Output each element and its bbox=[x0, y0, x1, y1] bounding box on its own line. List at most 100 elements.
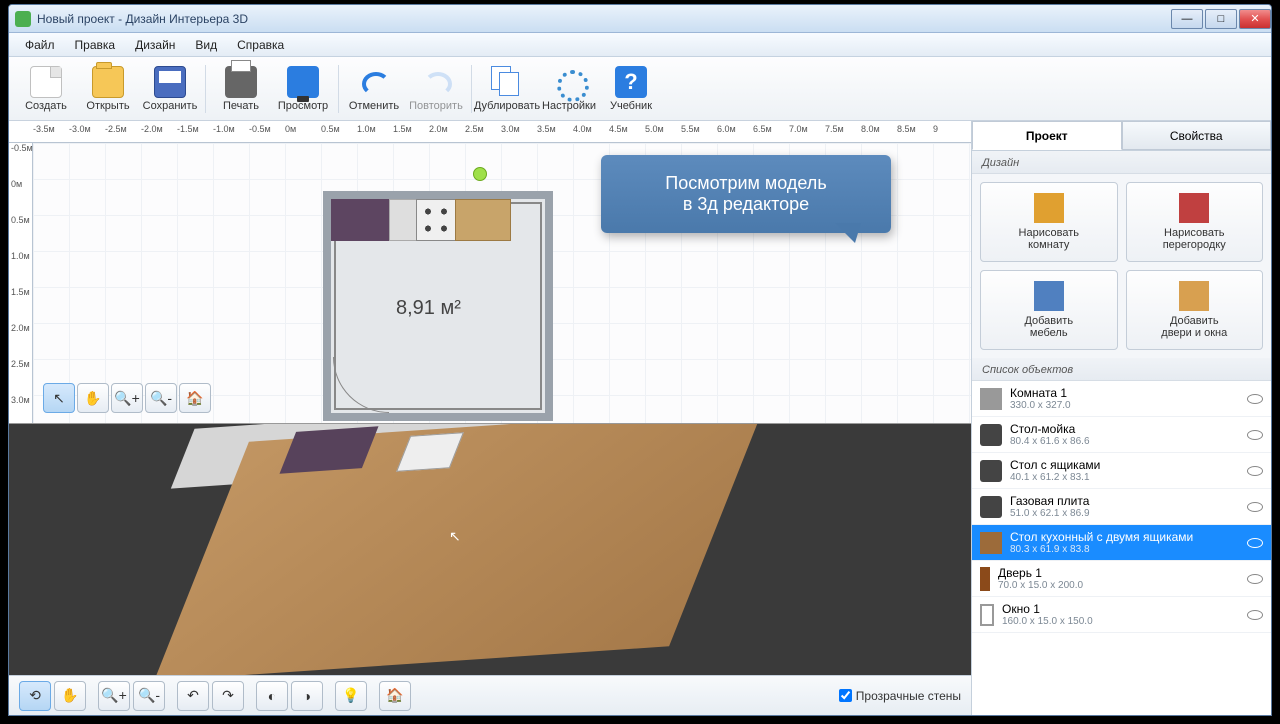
undo-button[interactable]: Отменить bbox=[343, 59, 405, 119]
furniture-table[interactable] bbox=[455, 199, 511, 241]
object-dimensions: 160.0 x 15.0 x 150.0 bbox=[1002, 616, 1239, 627]
menu-edit[interactable]: Правка bbox=[65, 35, 126, 55]
preview-button[interactable]: Просмотр bbox=[272, 59, 334, 119]
home-3d-button[interactable]: 🏠 bbox=[379, 681, 411, 711]
undo-icon bbox=[358, 66, 390, 98]
object-name: Стол-мойка bbox=[1010, 422, 1239, 436]
list-item[interactable]: Стол-мойка80.4 x 61.6 x 86.6 bbox=[972, 417, 1271, 453]
tab-project[interactable]: Проект bbox=[972, 121, 1122, 150]
open-button[interactable]: Открыть bbox=[77, 59, 139, 119]
visibility-icon[interactable] bbox=[1247, 502, 1263, 512]
visibility-icon[interactable] bbox=[1247, 466, 1263, 476]
tutorial-callout: Посмотрим модель в 3д редакторе bbox=[601, 155, 891, 233]
objects-section-header: Список объектов bbox=[972, 358, 1271, 381]
object-icon bbox=[980, 388, 1002, 410]
visibility-icon[interactable] bbox=[1247, 394, 1263, 404]
zoom-out-button[interactable]: 🔍- bbox=[145, 383, 177, 413]
minimize-button[interactable]: — bbox=[1171, 9, 1203, 29]
draw-wall-button[interactable]: Нарисоватьперегородку bbox=[1126, 182, 1264, 262]
zoom-in-button[interactable]: 🔍+ bbox=[111, 383, 143, 413]
new-button[interactable]: Создать bbox=[15, 59, 77, 119]
fly-tool[interactable]: ◑ bbox=[291, 681, 323, 711]
furniture-stove[interactable] bbox=[416, 199, 456, 241]
object-name: Комната 1 bbox=[1010, 386, 1239, 400]
walk-tool[interactable]: ◐ bbox=[256, 681, 288, 711]
select-tool[interactable]: ↖ bbox=[43, 383, 75, 413]
panel-tabs: Проект Свойства bbox=[972, 121, 1271, 151]
duplicate-button[interactable]: Дублировать bbox=[476, 59, 538, 119]
orbit-tool[interactable]: ⟲ bbox=[19, 681, 51, 711]
gear-icon bbox=[553, 66, 585, 98]
maximize-button[interactable]: □ bbox=[1205, 9, 1237, 29]
app-icon bbox=[15, 11, 31, 27]
canvas-area: -3.5м-3.0м-2.5м-2.0м-1.5м-1.0м-0.5м0м0.5… bbox=[9, 121, 971, 715]
menu-file[interactable]: Файл bbox=[15, 35, 65, 55]
print-icon bbox=[225, 66, 257, 98]
light-button[interactable]: 💡 bbox=[335, 681, 367, 711]
room-area-label: 8,91 м² bbox=[396, 297, 461, 320]
print-button[interactable]: Печать bbox=[210, 59, 272, 119]
zoom-out-3d[interactable]: 🔍- bbox=[133, 681, 165, 711]
pan-tool[interactable]: ✋ bbox=[77, 383, 109, 413]
help-button[interactable]: ?Учебник bbox=[600, 59, 662, 119]
menu-view[interactable]: Вид bbox=[185, 35, 227, 55]
main-area: -3.5м-3.0м-2.5м-2.0м-1.5м-1.0м-0.5м0м0.5… bbox=[9, 121, 1271, 715]
furniture-counter[interactable] bbox=[331, 199, 389, 241]
object-dimensions: 80.4 x 61.6 x 86.6 bbox=[1010, 436, 1239, 447]
add-doors-button[interactable]: Добавитьдвери и окна bbox=[1126, 270, 1264, 350]
window-title: Новый проект - Дизайн Интерьера 3D bbox=[37, 12, 1169, 26]
settings-button[interactable]: Настройки bbox=[538, 59, 600, 119]
redo-button[interactable]: Повторить bbox=[405, 59, 467, 119]
titlebar[interactable]: Новый проект - Дизайн Интерьера 3D — □ ✕ bbox=[9, 5, 1271, 33]
design-section-header: Дизайн bbox=[972, 151, 1271, 174]
list-item[interactable]: Дверь 170.0 x 15.0 x 200.0 bbox=[972, 561, 1271, 597]
ruler-horizontal: -3.5м-3.0м-2.5м-2.0м-1.5м-1.0м-0.5м0м0.5… bbox=[9, 121, 971, 143]
right-panel: Проект Свойства Дизайн Нарисоватькомнату… bbox=[971, 121, 1271, 715]
object-dimensions: 51.0 x 62.1 x 86.9 bbox=[1010, 508, 1239, 519]
home-button[interactable]: 🏠 bbox=[179, 383, 211, 413]
visibility-icon[interactable] bbox=[1247, 538, 1263, 548]
menu-design[interactable]: Дизайн bbox=[125, 35, 185, 55]
save-button[interactable]: Сохранить bbox=[139, 59, 201, 119]
visibility-icon[interactable] bbox=[1247, 574, 1263, 584]
transparent-walls-checkbox[interactable]: Прозрачные стены bbox=[839, 689, 961, 703]
draw-room-button[interactable]: Нарисоватькомнату bbox=[980, 182, 1118, 262]
bottom-toolbar: ⟲ ✋ 🔍+ 🔍- ↶ ↷ ◐ ◑ 💡 🏠 Прозрачные стены bbox=[9, 675, 971, 715]
duplicate-icon bbox=[491, 66, 523, 98]
toolbar: Создать Открыть Сохранить Печать Просмот… bbox=[9, 57, 1271, 121]
separator bbox=[205, 65, 206, 113]
object-list[interactable]: Комната 1330.0 x 327.0Стол-мойка80.4 x 6… bbox=[972, 381, 1271, 715]
object-name: Стол с ящиками bbox=[1010, 458, 1239, 472]
floor-plan-canvas[interactable]: 8,91 м² Посмотрим модель в 3д редакторе … bbox=[33, 143, 971, 423]
list-item[interactable]: Комната 1330.0 x 327.0 bbox=[972, 381, 1271, 417]
tab-properties[interactable]: Свойства bbox=[1122, 121, 1272, 150]
add-furniture-button[interactable]: Добавитьмебель bbox=[980, 270, 1118, 350]
list-item[interactable]: Стол кухонный с двумя ящиками80.3 x 61.9… bbox=[972, 525, 1271, 561]
cursor-icon: ↖ bbox=[449, 528, 461, 545]
visibility-icon[interactable] bbox=[1247, 430, 1263, 440]
menubar: Файл Правка Дизайн Вид Справка bbox=[9, 33, 1271, 57]
menu-help[interactable]: Справка bbox=[227, 35, 294, 55]
object-icon bbox=[980, 496, 1002, 518]
object-name: Стол кухонный с двумя ящиками bbox=[1010, 530, 1239, 544]
list-item[interactable]: Окно 1160.0 x 15.0 x 150.0 bbox=[972, 597, 1271, 633]
room-icon bbox=[1034, 193, 1064, 223]
3d-viewport[interactable]: ↖ bbox=[9, 423, 971, 675]
object-icon bbox=[980, 460, 1002, 482]
visibility-icon[interactable] bbox=[1247, 610, 1263, 620]
list-item[interactable]: Стол с ящиками40.1 x 61.2 x 83.1 bbox=[972, 453, 1271, 489]
help-icon: ? bbox=[615, 66, 647, 98]
rotate-right[interactable]: ↷ bbox=[212, 681, 244, 711]
object-name: Газовая плита bbox=[1010, 494, 1239, 508]
object-name: Дверь 1 bbox=[998, 566, 1239, 580]
close-button[interactable]: ✕ bbox=[1239, 9, 1271, 29]
object-icon bbox=[980, 424, 1002, 446]
list-item[interactable]: Газовая плита51.0 x 62.1 x 86.9 bbox=[972, 489, 1271, 525]
furniture-icon bbox=[1034, 281, 1064, 311]
monitor-icon bbox=[287, 66, 319, 98]
resize-handle[interactable] bbox=[473, 167, 487, 181]
object-icon bbox=[980, 532, 1002, 554]
rotate-left[interactable]: ↶ bbox=[177, 681, 209, 711]
zoom-in-3d[interactable]: 🔍+ bbox=[98, 681, 130, 711]
pan-3d-tool[interactable]: ✋ bbox=[54, 681, 86, 711]
